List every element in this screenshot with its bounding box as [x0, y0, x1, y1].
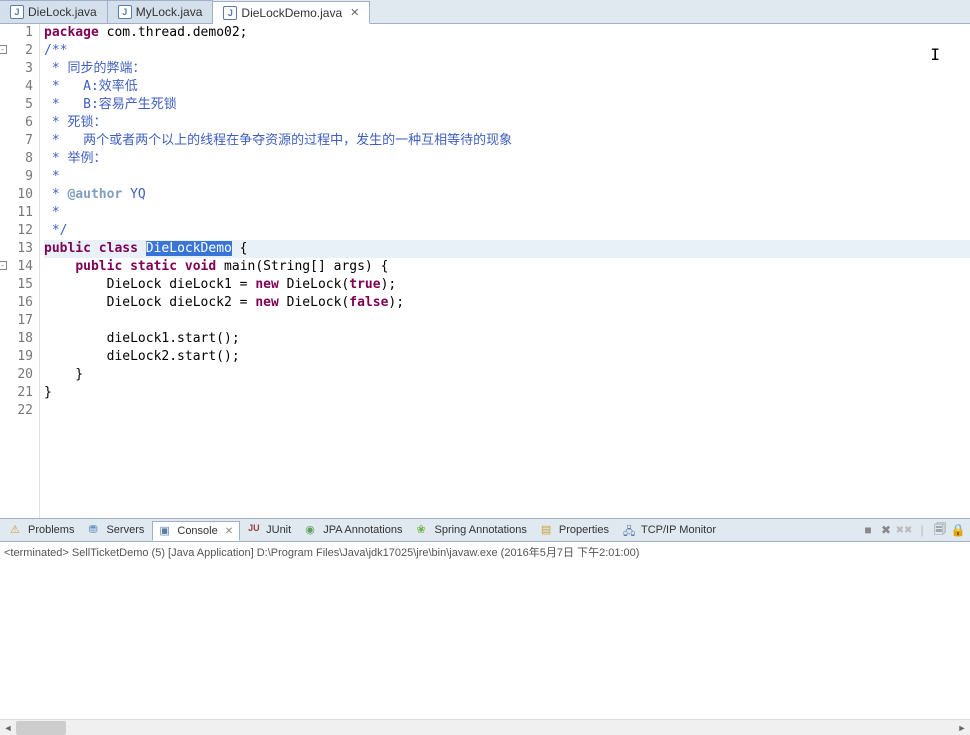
line-number: 15	[0, 276, 33, 294]
properties-icon: ▤	[541, 523, 555, 537]
tab-properties[interactable]: ▤ Properties	[535, 520, 615, 540]
line-number: 22	[0, 402, 33, 420]
tab-label: DieLock.java	[28, 5, 97, 19]
junit-icon: JU	[248, 523, 262, 537]
tab-spring-annotations[interactable]: ❀ Spring Annotations	[411, 520, 533, 540]
java-file-icon: J	[223, 6, 237, 20]
pin-console-icon[interactable]: 🔒	[950, 522, 966, 538]
tab-dielock[interactable]: J DieLock.java	[0, 0, 108, 23]
view-label: Spring Annotations	[435, 524, 527, 536]
tab-dielockdemo[interactable]: J DieLockDemo.java ✕	[213, 1, 370, 24]
close-icon[interactable]: ✕	[225, 526, 233, 537]
line-number: 2-	[0, 42, 33, 60]
line-number: 17	[0, 312, 33, 330]
line-number: 11	[0, 204, 33, 222]
code-area[interactable]: I package com.thread.demo02;/** * 同步的弊端：…	[40, 24, 970, 518]
line-number: 8	[0, 150, 33, 168]
code-line[interactable]: *	[44, 168, 970, 186]
tab-label: DieLockDemo.java	[241, 6, 342, 20]
view-label: Console	[177, 525, 217, 537]
code-line[interactable]: * @author YQ	[44, 186, 970, 204]
line-number: 14-	[0, 258, 33, 276]
view-label: JUnit	[266, 524, 291, 536]
spring-icon: ❀	[417, 523, 431, 537]
code-line[interactable]: * 同步的弊端：	[44, 60, 970, 78]
line-number: 5	[0, 96, 33, 114]
tab-mylock[interactable]: J MyLock.java	[108, 0, 214, 23]
java-file-icon: J	[10, 5, 24, 19]
code-line[interactable]: * 死锁：	[44, 114, 970, 132]
code-line[interactable]: DieLock dieLock2 = new DieLock(false);	[44, 294, 970, 312]
code-line[interactable]	[44, 402, 970, 420]
code-line[interactable]: /**	[44, 42, 970, 60]
code-line[interactable]: public class DieLockDemo {	[44, 240, 970, 258]
line-number: 19	[0, 348, 33, 366]
jpa-icon: ◉	[305, 523, 319, 537]
console-horizontal-scrollbar[interactable]: ◄ ►	[0, 719, 970, 735]
code-line[interactable]: }	[44, 384, 970, 402]
line-number: 13	[0, 240, 33, 258]
line-number: 18	[0, 330, 33, 348]
view-label: JPA Annotations	[323, 524, 402, 536]
console-status-line: <terminated> SellTicketDemo (5) [Java Ap…	[4, 544, 966, 560]
display-selected-console-icon[interactable]: 🗐	[932, 522, 948, 538]
line-number-gutter: 12-34567891011121314-1516171819202122	[0, 24, 40, 518]
view-label: Properties	[559, 524, 609, 536]
line-number: 4	[0, 78, 33, 96]
console-icon: ▣	[159, 524, 173, 538]
scroll-right-icon[interactable]: ►	[955, 721, 969, 735]
code-line[interactable]: dieLock1.start();	[44, 330, 970, 348]
line-number: 16	[0, 294, 33, 312]
code-line[interactable]: * 两个或者两个以上的线程在争夺资源的过程中，发生的一种互相等待的现象	[44, 132, 970, 150]
code-line[interactable]: }	[44, 366, 970, 384]
editor[interactable]: 12-34567891011121314-1516171819202122 I …	[0, 24, 970, 518]
line-number: 6	[0, 114, 33, 132]
editor-tab-bar: J DieLock.java J MyLock.java J DieLockDe…	[0, 0, 970, 24]
view-label: TCP/IP Monitor	[641, 524, 716, 536]
code-line[interactable]: */	[44, 222, 970, 240]
code-line[interactable]: * 举例：	[44, 150, 970, 168]
scroll-left-icon[interactable]: ◄	[1, 721, 15, 735]
remove-launch-icon[interactable]: ■	[860, 522, 876, 538]
line-number: 10	[0, 186, 33, 204]
code-line[interactable]: * B:容易产生死锁	[44, 96, 970, 114]
code-line[interactable]	[44, 312, 970, 330]
line-number: 21	[0, 384, 33, 402]
separator: |	[914, 522, 930, 538]
line-number: 9	[0, 168, 33, 186]
code-line[interactable]: dieLock2.start();	[44, 348, 970, 366]
tab-servers[interactable]: ⛃ Servers	[82, 520, 150, 540]
text-cursor-icon: I	[930, 46, 940, 64]
line-number: 3	[0, 60, 33, 78]
tab-junit[interactable]: JU JUnit	[242, 520, 297, 540]
view-label: Problems	[28, 524, 74, 536]
code-line[interactable]: public static void main(String[] args) {	[44, 258, 970, 276]
close-icon[interactable]: ✕	[350, 6, 359, 19]
tab-label: MyLock.java	[136, 5, 203, 19]
bottom-view-bar: ⚠ Problems ⛃ Servers ▣ Console ✕ JU JUni…	[0, 518, 970, 542]
remove-all-terminated-icon[interactable]: ✖	[878, 522, 894, 538]
line-number: 20	[0, 366, 33, 384]
line-number: 1	[0, 24, 33, 42]
problems-icon: ⚠	[10, 523, 24, 537]
servers-icon: ⛃	[88, 523, 102, 537]
tcpip-icon: 🖧	[623, 523, 637, 537]
code-line[interactable]: package com.thread.demo02;	[44, 24, 970, 42]
code-line[interactable]: * A:效率低	[44, 78, 970, 96]
tab-problems[interactable]: ⚠ Problems	[4, 520, 80, 540]
remove-all-icon[interactable]: ✖✖	[896, 522, 912, 538]
scrollbar-thumb[interactable]	[16, 721, 66, 735]
line-number: 7	[0, 132, 33, 150]
code-line[interactable]: *	[44, 204, 970, 222]
java-file-icon: J	[118, 5, 132, 19]
code-line[interactable]: DieLock dieLock1 = new DieLock(true);	[44, 276, 970, 294]
tab-tcpip-monitor[interactable]: 🖧 TCP/IP Monitor	[617, 520, 722, 540]
fold-toggle-icon[interactable]: -	[0, 45, 7, 54]
fold-toggle-icon[interactable]: -	[0, 261, 7, 270]
line-number: 12	[0, 222, 33, 240]
console-output[interactable]: <terminated> SellTicketDemo (5) [Java Ap…	[0, 542, 970, 717]
tab-jpa-annotations[interactable]: ◉ JPA Annotations	[299, 520, 408, 540]
tab-console[interactable]: ▣ Console ✕	[152, 521, 240, 541]
view-label: Servers	[106, 524, 144, 536]
